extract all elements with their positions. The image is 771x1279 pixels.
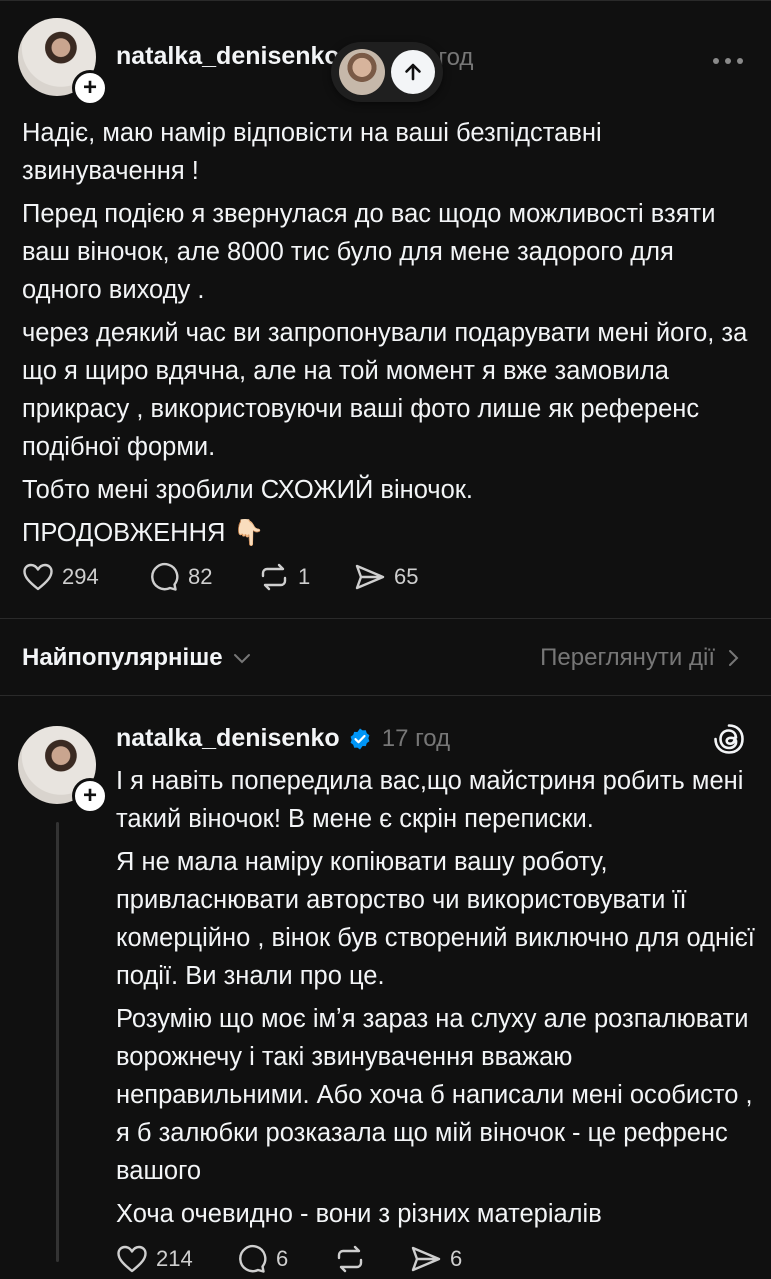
follow-plus-icon[interactable]: + xyxy=(72,70,108,106)
reply-time: 17 год xyxy=(381,724,451,752)
reply-username[interactable]: natalka_denisenko xyxy=(116,724,340,753)
reply-avatar[interactable]: + xyxy=(18,726,108,814)
reply-paragraph: І я навіть попередила вас,що майстриня р… xyxy=(116,767,744,833)
reply-comment-button[interactable]: 6 xyxy=(236,1244,288,1274)
reply-repost-button[interactable] xyxy=(334,1244,366,1274)
send-icon xyxy=(411,1246,441,1272)
share-count: 65 xyxy=(394,564,419,589)
heart-icon xyxy=(117,1245,147,1273)
comment-icon xyxy=(151,562,179,591)
follow-plus-icon[interactable]: + xyxy=(72,778,108,814)
mini-avatar xyxy=(339,49,385,95)
post-paragraph: Надіє, маю намір відповісти на ваші безп… xyxy=(22,119,602,185)
repost-count: 1 xyxy=(298,564,311,589)
top-divider xyxy=(0,0,771,1)
repost-icon xyxy=(337,1245,363,1273)
reply-body: І я навіть попередила вас,що майстриня р… xyxy=(116,762,756,1233)
post-body: Надіє, маю намір відповісти на ваші безп… xyxy=(22,114,752,552)
comment-button[interactable]: 82 xyxy=(148,562,212,592)
send-icon xyxy=(355,564,385,590)
post-paragraph: ПРОДОВЖЕННЯ 👇🏻 xyxy=(22,519,265,547)
post-paragraph: Перед подією я звернулася до вас щодо мо… xyxy=(22,200,716,304)
reply-share-count: 6 xyxy=(450,1246,463,1271)
thread-line xyxy=(56,822,59,1262)
comment-count: 82 xyxy=(188,564,213,589)
repost-icon xyxy=(261,563,287,591)
scroll-to-top-pill[interactable] xyxy=(331,42,443,102)
reply-share-button[interactable]: 6 xyxy=(410,1244,462,1274)
reply-like-count: 214 xyxy=(156,1246,193,1271)
comment-icon xyxy=(239,1244,267,1273)
post-paragraph: Тобто мені зробили СХОЖИЙ віночок. xyxy=(22,476,474,504)
chevron-down-icon xyxy=(233,654,250,664)
reply-comment-count: 6 xyxy=(276,1246,289,1271)
share-button[interactable]: 65 xyxy=(354,562,418,592)
post-paragraph: через деякий час ви запропонували подару… xyxy=(22,319,748,461)
reply-paragraph: Розумію що моє імʼя зараз на слуху але р… xyxy=(116,1005,753,1185)
reply-like-button[interactable]: 214 xyxy=(116,1244,193,1274)
view-activity-label: Переглянути дії xyxy=(540,644,715,671)
heart-icon xyxy=(23,563,53,591)
reply-header: natalka_denisenko 17 год xyxy=(116,724,450,753)
reply-paragraph: Я не мала наміру копіювати вашу роботу, … xyxy=(116,848,755,990)
post-username[interactable]: natalka_denisenko xyxy=(116,42,340,71)
divider xyxy=(0,695,771,696)
threads-logo-icon[interactable] xyxy=(712,722,746,761)
view-activity-link[interactable]: Переглянути дії xyxy=(540,644,739,672)
avatar[interactable]: + xyxy=(18,18,108,106)
chevron-right-icon xyxy=(729,650,739,666)
reply-paragraph: Хоча очевидно - вони з різних матеріалів xyxy=(116,1200,602,1228)
arrow-up-icon[interactable] xyxy=(391,50,435,94)
sort-label: Найпопулярніше xyxy=(22,644,223,671)
like-count: 294 xyxy=(62,564,99,589)
sort-dropdown[interactable]: Найпопулярніше xyxy=(22,644,251,672)
divider xyxy=(0,618,771,619)
more-icon[interactable] xyxy=(712,52,744,70)
like-button[interactable]: 294 xyxy=(22,562,99,592)
verified-badge-icon xyxy=(350,728,370,749)
repost-button[interactable]: 1 xyxy=(258,562,310,592)
